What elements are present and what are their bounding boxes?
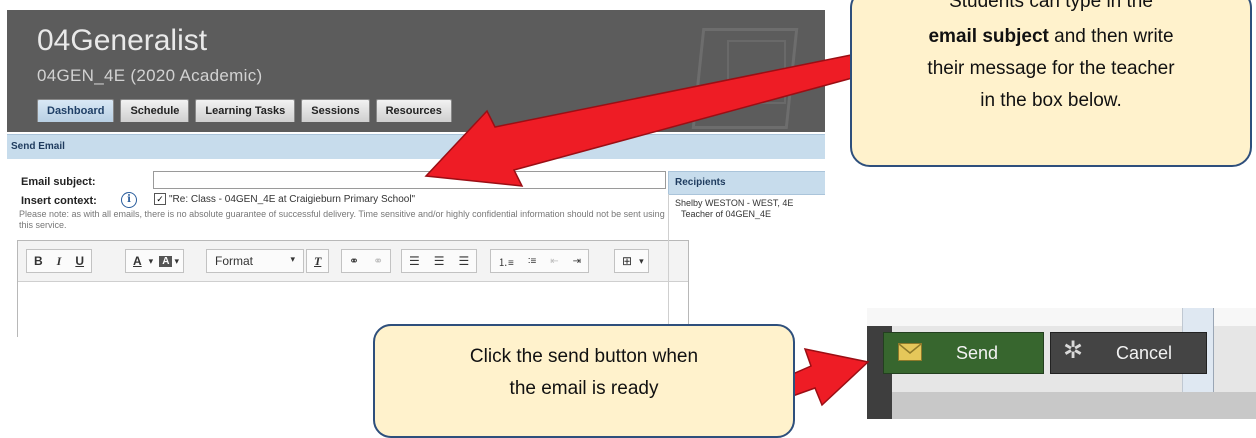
delivery-note: Please note: as with all emails, there i… (19, 209, 665, 230)
bold-button[interactable]: B (27, 254, 50, 268)
text-style-group: B I U (26, 249, 93, 273)
send-button-label: Send (956, 343, 999, 363)
italic-button[interactable]: I (50, 254, 69, 269)
course-tabs: Dashboard Schedule Learning Tasks Sessio… (37, 99, 452, 122)
unlink-icon[interactable]: ⚭ (366, 254, 390, 268)
bullet-list-icon[interactable]: ∶≡ (521, 256, 543, 267)
course-subtitle: 04GEN_4E (2020 Academic) (37, 66, 263, 85)
send-callout: Click the send button when the email is … (373, 324, 795, 438)
email-form-screenshot: 04Generalist 04GEN_4E (2020 Academic) Da… (7, 10, 825, 337)
window-footer (892, 392, 1256, 419)
insert-context-checkbox[interactable]: ✓ (154, 193, 166, 205)
recipients-header: Recipients (668, 171, 825, 195)
link-group: ⚭ ⚭ (341, 249, 392, 273)
cancel-button-label: Cancel (1116, 343, 1173, 363)
table-caret-icon[interactable]: ▾ (639, 256, 648, 267)
callout-bold: email subject (928, 26, 1049, 47)
subject-callout: Students can type in the email subject a… (850, 0, 1252, 167)
bg-color-caret-icon[interactable]: ▾ (172, 256, 183, 267)
tab-schedule[interactable]: Schedule (120, 99, 190, 122)
format-dropdown[interactable]: Format ▾ (206, 249, 304, 273)
email-subject-input[interactable] (153, 171, 666, 189)
cancel-icon: ✲ (1063, 337, 1084, 364)
tab-dashboard[interactable]: Dashboard (37, 99, 115, 122)
cancel-button[interactable]: ✲ Cancel (1050, 332, 1207, 374)
align-group: ☰ ☰ ☰ (401, 249, 478, 273)
send-buttons-screenshot: Send ✲ Cancel (867, 308, 1256, 419)
send-button[interactable]: Send (883, 332, 1044, 374)
tab-sessions[interactable]: Sessions (301, 99, 370, 122)
insert-context-label: Insert context: (21, 195, 97, 207)
callout-line-3: their message for the teacher (927, 58, 1175, 79)
color-group: A ▾ A ▾ (125, 249, 184, 273)
align-left-icon[interactable]: ☰ (402, 254, 427, 268)
table-group: ⊞ ▾ (614, 249, 649, 273)
format-label: Format (215, 254, 254, 268)
callout-line-1: Students can type in the (949, 0, 1153, 12)
align-right-icon[interactable]: ☰ (452, 254, 477, 268)
course-header: 04Generalist 04GEN_4E (2020 Academic) Da… (7, 10, 825, 132)
tab-resources[interactable]: Resources (375, 99, 452, 122)
insert-context-text: "Re: Class - 04GEN_4E at Craigieburn Pri… (169, 194, 416, 205)
email-subject-label: Email subject: (21, 176, 96, 188)
recipients-title: Recipients (675, 177, 726, 188)
table-icon[interactable]: ⊞ (615, 254, 639, 268)
editor-toolbar: B I U A ▾ A ▾ Format ▾ T ⚭ ⚭ ☰ ☰ ☰ ⒈≡ ∶≡… (18, 241, 688, 282)
list-group: ⒈≡ ∶≡ ⇤ ⇥ (490, 249, 590, 273)
recipient-role: Teacher of 04GEN_4E (681, 209, 772, 219)
send-callout-line-2: the email is ready (509, 378, 659, 399)
callout-line-2: email subject and then write (852, 21, 1250, 53)
chevron-down-icon: ▾ (290, 254, 295, 264)
clear-format-group: T (306, 249, 330, 273)
indent-icon[interactable]: ⇥ (566, 256, 588, 267)
bg-color-button[interactable]: A (159, 255, 173, 267)
send-email-title: Send Email (11, 141, 65, 152)
clear-format-button[interactable]: T (307, 254, 328, 269)
message-editor[interactable]: B I U A ▾ A ▾ Format ▾ T ⚭ ⚭ ☰ ☰ ☰ ⒈≡ ∶≡… (17, 240, 689, 337)
recipients-list: Shelby WESTON - WEST, 4E Teacher of 04GE… (668, 194, 825, 337)
text-color-caret-icon[interactable]: ▾ (149, 256, 156, 267)
align-center-icon[interactable]: ☰ (427, 254, 452, 268)
link-icon[interactable]: ⚭ (342, 254, 366, 268)
recipient-name: Shelby WESTON - WEST, 4E (675, 198, 794, 208)
envelope-icon (898, 343, 922, 361)
format-select[interactable]: Format ▾ (207, 254, 303, 268)
callout-line-4: in the box below. (980, 90, 1122, 111)
outdent-icon[interactable]: ⇤ (543, 256, 565, 267)
send-email-titlebar: Send Email (7, 134, 825, 159)
info-icon[interactable]: i (121, 192, 137, 208)
send-callout-line-1: Click the send button when (469, 346, 699, 367)
course-title: 04Generalist (37, 24, 208, 57)
header-decoration-inner (727, 40, 786, 104)
text-color-button[interactable]: A (126, 254, 149, 268)
callout-line-2-rest: and then write (1048, 26, 1174, 47)
numbered-list-icon[interactable]: ⒈≡ (491, 254, 521, 269)
tab-learning-tasks[interactable]: Learning Tasks (195, 99, 296, 122)
underline-button[interactable]: U (68, 254, 91, 268)
